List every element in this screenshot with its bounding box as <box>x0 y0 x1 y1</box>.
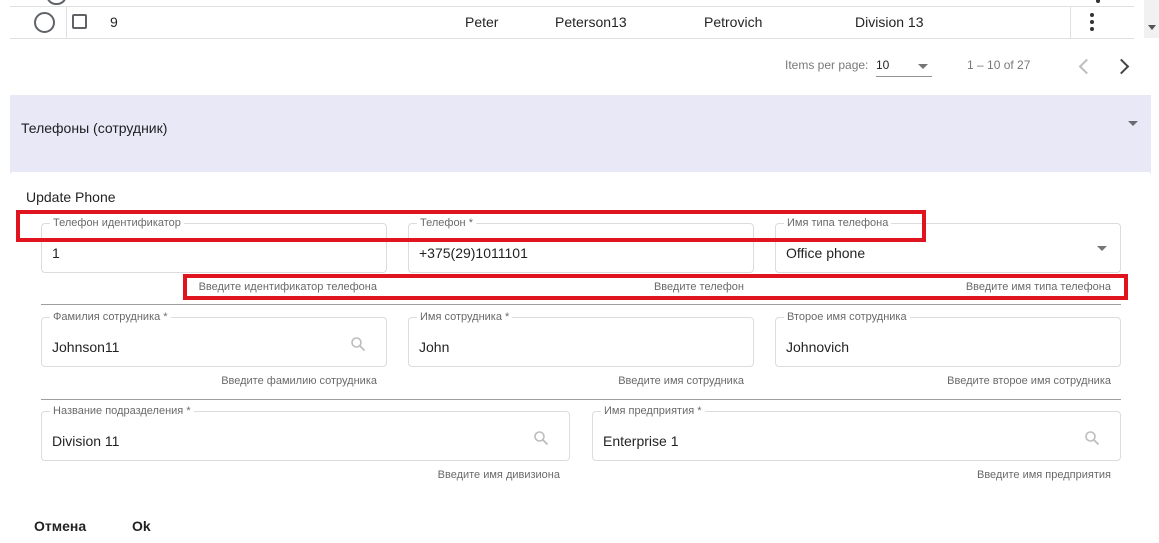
range-label: 1 – 10 of 27 <box>967 58 1031 72</box>
section-divider <box>41 399 1121 400</box>
dropdown-caret-icon[interactable] <box>1097 246 1107 251</box>
search-icon[interactable] <box>533 430 549 446</box>
row-number: 9 <box>110 14 118 30</box>
division-field[interactable]: Название подразделения * Division 11 <box>41 405 570 461</box>
more-vert-icon[interactable] <box>1086 11 1098 35</box>
table-row[interactable]: 9 Peter Peterson13 Petrovich Division 13 <box>10 6 1134 39</box>
employee-last-name-input[interactable]: Johnson11 <box>52 339 119 355</box>
enterprise-field[interactable]: Имя предприятия * Enterprise 1 <box>592 405 1121 461</box>
employee-first-name-hint: Введите имя сотрудника <box>618 375 744 387</box>
row-checkbox-icon[interactable] <box>72 14 87 29</box>
division-input[interactable]: Division 11 <box>52 433 119 449</box>
highlight-hints-box <box>183 274 1128 300</box>
search-icon[interactable] <box>350 336 366 352</box>
search-icon[interactable] <box>1084 430 1100 446</box>
row-first-name: Peter <box>465 14 499 30</box>
division-label: Название подразделения * <box>50 405 194 417</box>
phone-type-value[interactable]: Office phone <box>786 245 865 261</box>
items-per-page-label: Items per page: <box>785 58 869 72</box>
highlight-labels-box <box>16 210 926 242</box>
division-hint: Введите имя дивизиона <box>437 469 560 481</box>
employee-last-name-label: Фамилия сотрудника * <box>50 311 171 323</box>
dropdown-caret-icon[interactable] <box>918 64 928 69</box>
form-title: Update Phone <box>26 189 116 205</box>
employee-first-name-field[interactable]: Имя сотрудника * John <box>408 311 754 367</box>
row-middle-name: Petrovich <box>704 14 763 30</box>
radio-icon[interactable] <box>46 0 67 5</box>
phone-input[interactable]: +375(29)1011101 <box>419 245 528 261</box>
expand-caret-icon[interactable] <box>1128 121 1138 126</box>
employee-first-name-input[interactable]: John <box>419 339 449 355</box>
more-vert-icon[interactable] <box>1096 0 1100 3</box>
employee-last-name-hint: Введите фамилию сотрудника <box>221 375 377 387</box>
scrollbar[interactable] <box>1144 0 1159 38</box>
enterprise-input[interactable]: Enterprise 1 <box>603 433 678 449</box>
ok-button[interactable]: Ok <box>132 518 151 534</box>
scroll-down-icon[interactable] <box>1148 25 1156 30</box>
panel-title: Телефоны (сотрудник) <box>21 120 168 136</box>
expansion-panel-header[interactable]: Телефоны (сотрудник) <box>10 95 1151 159</box>
column-divider <box>1070 7 1071 38</box>
enterprise-label: Имя предприятия * <box>601 405 705 417</box>
employee-last-name-field[interactable]: Фамилия сотрудника * Johnson11 <box>41 311 387 367</box>
employee-middle-name-field[interactable]: Второе имя сотрудника Johnovich <box>775 311 1121 367</box>
employee-table: 9 Peter Peterson13 Petrovich Division 13 <box>10 0 1159 95</box>
column-divider <box>66 7 67 38</box>
items-per-page-select[interactable]: 10 <box>876 58 889 72</box>
row-radio-icon[interactable] <box>34 12 55 33</box>
employee-middle-name-hint: Введите второе имя сотрудника <box>947 375 1111 387</box>
select-underline <box>876 76 932 77</box>
section-divider <box>41 304 1121 305</box>
cancel-button[interactable]: Отмена <box>34 518 86 534</box>
enterprise-hint: Введите имя предприятия <box>977 469 1111 481</box>
row-last-name: Peterson13 <box>555 14 627 30</box>
phone-id-input[interactable]: 1 <box>52 245 60 261</box>
employee-first-name-label: Имя сотрудника * <box>417 311 513 323</box>
row-division: Division 13 <box>855 14 924 30</box>
employee-middle-name-label: Второе имя сотрудника <box>784 311 910 323</box>
employee-middle-name-input[interactable]: Johnovich <box>786 339 849 355</box>
